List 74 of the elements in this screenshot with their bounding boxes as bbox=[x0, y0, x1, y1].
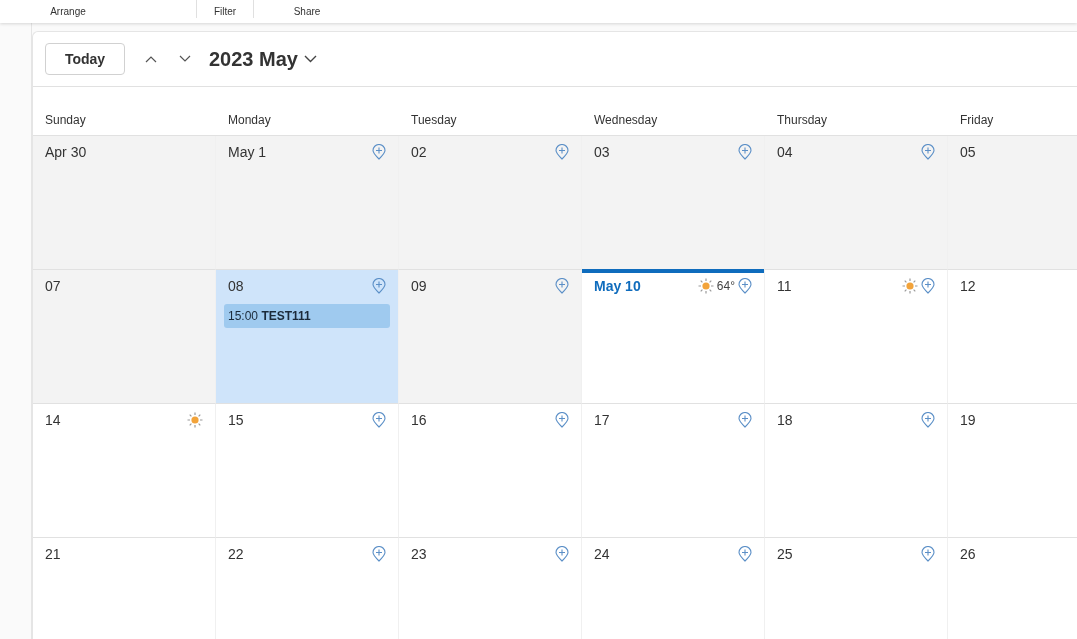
add-event-icon[interactable] bbox=[555, 278, 569, 294]
day-cell[interactable]: 18 bbox=[765, 404, 948, 538]
today-button[interactable]: Today bbox=[45, 43, 125, 75]
add-event-icon[interactable] bbox=[738, 278, 752, 294]
day-cell[interactable]: 25 bbox=[765, 538, 948, 639]
temperature: 64° bbox=[716, 278, 735, 295]
day-cell[interactable]: 08 15:00 TEST111 bbox=[216, 270, 399, 404]
day-cell[interactable]: 16 bbox=[399, 404, 582, 538]
day-cell[interactable]: 23 bbox=[399, 538, 582, 639]
day-cell[interactable]: 04 bbox=[765, 136, 948, 270]
ribbon-group-label[interactable]: Arrange bbox=[48, 4, 88, 23]
day-number: 22 bbox=[228, 544, 244, 564]
day-cell[interactable]: 15 bbox=[216, 404, 399, 538]
add-event-icon[interactable] bbox=[555, 546, 569, 562]
day-number: 07 bbox=[45, 276, 61, 296]
day-number: May 1 bbox=[228, 142, 267, 162]
chevron-down-icon bbox=[179, 55, 191, 63]
day-number: 19 bbox=[960, 410, 976, 430]
day-cell[interactable]: May 10 64° bbox=[582, 270, 765, 404]
day-cell[interactable]: 26 bbox=[948, 538, 1077, 639]
day-number: 03 bbox=[594, 142, 610, 162]
day-number: 11 bbox=[777, 276, 792, 296]
chevron-up-icon bbox=[145, 55, 157, 63]
day-number: 18 bbox=[777, 410, 793, 430]
calendar-event[interactable]: 15:00 TEST111 bbox=[224, 304, 390, 328]
day-number: 14 bbox=[45, 410, 61, 430]
day-number: 12 bbox=[960, 276, 976, 296]
add-event-icon[interactable] bbox=[738, 546, 752, 562]
day-cell[interactable]: 05 bbox=[948, 136, 1077, 270]
day-number: 24 bbox=[594, 544, 610, 564]
day-cell[interactable]: 21 bbox=[33, 538, 216, 639]
day-number: 05 bbox=[960, 142, 976, 162]
add-event-icon[interactable] bbox=[738, 412, 752, 428]
caret-icon bbox=[303, 55, 317, 63]
add-event-icon[interactable] bbox=[738, 144, 752, 160]
ribbon-group-label[interactable]: Share bbox=[254, 4, 360, 23]
day-cell[interactable]: 22 bbox=[216, 538, 399, 639]
day-number: May 10 bbox=[594, 276, 641, 296]
day-number: Apr 30 bbox=[45, 142, 87, 162]
day-cell[interactable]: 19 bbox=[948, 404, 1077, 538]
day-number: 08 bbox=[228, 276, 244, 296]
day-cell[interactable]: 24 bbox=[582, 538, 765, 639]
add-event-icon[interactable] bbox=[372, 144, 386, 160]
day-number: 02 bbox=[411, 142, 427, 162]
add-event-icon[interactable] bbox=[555, 412, 569, 428]
day-cell[interactable]: 03 bbox=[582, 136, 765, 270]
day-number: 15 bbox=[228, 410, 244, 430]
day-number: 25 bbox=[777, 544, 793, 564]
add-event-icon[interactable] bbox=[921, 278, 935, 294]
day-cell[interactable]: 17 bbox=[582, 404, 765, 538]
add-event-icon[interactable] bbox=[372, 412, 386, 428]
add-event-icon[interactable] bbox=[921, 144, 935, 160]
day-number: 09 bbox=[411, 276, 427, 296]
day-cell[interactable]: May 1 bbox=[216, 136, 399, 270]
day-number: 04 bbox=[777, 142, 793, 162]
day-number: 17 bbox=[594, 410, 610, 430]
day-cell[interactable]: 14 bbox=[33, 404, 216, 538]
day-number: 21 bbox=[45, 544, 61, 564]
add-event-icon[interactable] bbox=[555, 144, 569, 160]
day-cell[interactable]: Apr 30 bbox=[33, 136, 216, 270]
day-cell[interactable]: 09 bbox=[399, 270, 582, 404]
add-event-icon[interactable] bbox=[372, 278, 386, 294]
month-picker[interactable]: 2023 May bbox=[209, 44, 317, 74]
day-number: 23 bbox=[411, 544, 427, 564]
day-cell[interactable]: 07 bbox=[33, 270, 216, 404]
add-event-icon[interactable] bbox=[921, 546, 935, 562]
day-number: 26 bbox=[960, 544, 976, 564]
day-number: 16 bbox=[411, 410, 427, 430]
add-event-icon[interactable] bbox=[921, 412, 935, 428]
add-event-icon[interactable] bbox=[372, 546, 386, 562]
day-cell[interactable]: 12 bbox=[948, 270, 1077, 404]
day-cell[interactable]: 02 bbox=[399, 136, 582, 270]
day-cell[interactable]: 11 bbox=[765, 270, 948, 404]
ribbon-group-label[interactable]: Filter bbox=[197, 4, 253, 23]
